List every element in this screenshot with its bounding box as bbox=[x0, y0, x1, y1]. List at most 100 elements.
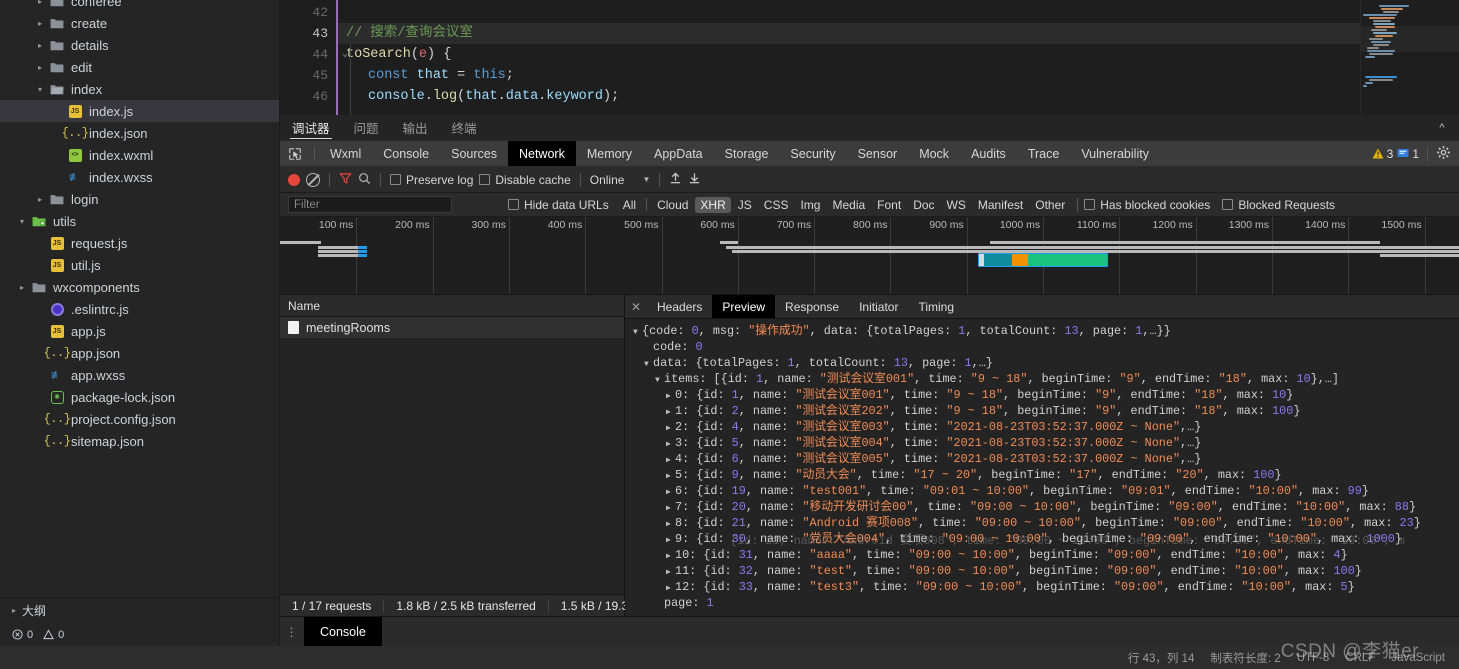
file-tree[interactable]: ▸ conferee ▸ create ▸ details ▸ edit ▾ index JS ind… bbox=[0, 0, 279, 597]
checkbox-box[interactable] bbox=[390, 174, 401, 185]
tree-item-utils[interactable]: ▾ utils bbox=[0, 210, 279, 232]
code-line-44[interactable]: toSearch(e) { bbox=[336, 44, 1459, 65]
detail-tab-response[interactable]: Response bbox=[775, 295, 849, 318]
chevron-icon[interactable]: ▾ bbox=[14, 217, 30, 226]
chevron-icon[interactable]: ▸ bbox=[32, 195, 48, 204]
outline-twist-icon[interactable]: ▸ bbox=[6, 606, 22, 615]
funnel-icon[interactable] bbox=[339, 172, 352, 188]
network-timeline-overview[interactable]: 100 ms 200 ms 300 ms 400 ms 500 ms 600 ms 700 … bbox=[280, 217, 1459, 295]
devtools-status-group[interactable]: 3 1 bbox=[1372, 141, 1459, 166]
tree-item-app-wxss[interactable]: ≢ app.wxss bbox=[0, 364, 279, 386]
code-line-43[interactable]: // 搜索/查询会议室 bbox=[336, 23, 1459, 44]
filter-type-xhr[interactable]: XHR bbox=[695, 196, 731, 213]
panel-tab-output[interactable]: 输出 bbox=[391, 115, 440, 140]
devtools-tab-security[interactable]: Security bbox=[779, 141, 846, 166]
checkbox-box[interactable] bbox=[479, 174, 491, 185]
preview-row[interactable]: page: 1 bbox=[629, 595, 1459, 611]
outline-section[interactable]: ▸ 大纲 bbox=[0, 597, 279, 623]
devtools-tab-console[interactable]: Console bbox=[372, 141, 440, 166]
chevron-icon[interactable]: ▸ bbox=[32, 0, 48, 6]
clear-icon[interactable] bbox=[306, 172, 320, 187]
throttling-select[interactable]: Online ▼ bbox=[590, 173, 651, 187]
line-number-45[interactable]: 45 bbox=[280, 65, 336, 86]
tree-item-app-js[interactable]: JS app.js bbox=[0, 320, 279, 342]
network-toolbar[interactable]: Preserve log Disable cache Online ▼ bbox=[280, 167, 1459, 193]
chevron-icon[interactable]: ▸ bbox=[32, 63, 48, 72]
preview-json-tree[interactable]: ▼ {code: 0, msg: "操作成功", data: {totalPage… bbox=[625, 319, 1459, 616]
preview-row[interactable]: ▶ 4: {id: 6, name: "测试会议室005", time: "202… bbox=[629, 451, 1459, 467]
disable-cache-checkbox[interactable]: Disable cache bbox=[479, 173, 571, 187]
checkbox-box[interactable] bbox=[1084, 199, 1096, 210]
gear-icon[interactable] bbox=[1436, 145, 1451, 163]
detail-tab-preview[interactable]: Preview bbox=[712, 295, 776, 318]
panel-tab-terminal[interactable]: 终端 bbox=[440, 115, 489, 140]
tree-item-index-wxml[interactable]: index.wxml bbox=[0, 144, 279, 166]
tree-item-conferee[interactable]: ▸ conferee bbox=[0, 0, 279, 12]
search-icon[interactable] bbox=[358, 172, 371, 188]
request-column-header[interactable]: Name bbox=[280, 295, 624, 317]
chevron-icon[interactable]: ▸ bbox=[32, 19, 48, 28]
encoding[interactable]: UTF-8 bbox=[1297, 652, 1330, 664]
code-line-45[interactable]: const that = this; bbox=[336, 65, 1459, 86]
devtools-tab-sources[interactable]: Sources bbox=[440, 141, 508, 166]
checkbox-box[interactable] bbox=[1222, 199, 1234, 210]
chevron-down-icon[interactable]: ▼ bbox=[642, 175, 650, 184]
devtools-tab-sensor[interactable]: Sensor bbox=[847, 141, 909, 166]
tree-item-request-js[interactable]: JS request.js bbox=[0, 232, 279, 254]
preview-row[interactable]: ▶ 2: {id: 4, name: "测试会议室003", time: "202… bbox=[629, 419, 1459, 435]
inspect-element-icon[interactable] bbox=[280, 141, 310, 166]
has-blocked-cookies-checkbox[interactable]: Has blocked cookies bbox=[1084, 198, 1210, 212]
filter-type-cloud[interactable]: Cloud bbox=[652, 197, 693, 213]
tree-item-index-json[interactable]: {..} index.json bbox=[0, 122, 279, 144]
line-number-42[interactable]: 42 bbox=[280, 2, 336, 23]
devtools-tab-mock[interactable]: Mock bbox=[908, 141, 960, 166]
devtools-tab-memory[interactable]: Memory bbox=[576, 141, 643, 166]
code-line-42[interactable] bbox=[336, 2, 1459, 23]
download-icon[interactable] bbox=[688, 171, 701, 188]
filter-input[interactable]: Filter bbox=[288, 196, 452, 213]
tree-item-app-json[interactable]: {..} app.json bbox=[0, 342, 279, 364]
code-editor[interactable]: 42 43 44 ⌄ 45 46 // 搜索/查询会议室 toSearch(e) {cons… bbox=[280, 0, 1459, 115]
tab-size[interactable]: 制表符长度: 2 bbox=[1210, 650, 1280, 666]
preview-row[interactable]: ▼ {code: 0, msg: "操作成功", data: {totalPage… bbox=[629, 323, 1459, 339]
filter-type-css[interactable]: CSS bbox=[759, 197, 794, 213]
drawer-tab-console[interactable]: Console bbox=[304, 617, 382, 646]
filter-type-manifest[interactable]: Manifest bbox=[973, 197, 1028, 213]
chevron-up-icon[interactable]: ^ bbox=[1425, 115, 1459, 140]
detail-tabbar[interactable]: ✕ Headers Preview Response Initiator Timing bbox=[625, 295, 1459, 319]
record-dot-icon[interactable] bbox=[288, 173, 300, 186]
code-line-46[interactable]: console.log(that.data.keyword); bbox=[336, 86, 1459, 107]
detail-tab-timing[interactable]: Timing bbox=[908, 295, 964, 318]
preview-row[interactable]: ▶ 1: {id: 2, name: "测试会议室202", time: "9 ~… bbox=[629, 403, 1459, 419]
line-ending[interactable]: CRLF bbox=[1345, 652, 1375, 664]
error-count-group[interactable]: 0 bbox=[12, 629, 33, 641]
detail-tab-headers[interactable]: Headers bbox=[647, 295, 712, 318]
filter-type-media[interactable]: Media bbox=[827, 197, 870, 213]
filter-type-ws[interactable]: WS bbox=[942, 197, 971, 213]
waterfall-selected-request[interactable] bbox=[978, 253, 1108, 267]
upload-icon[interactable] bbox=[669, 171, 682, 188]
devtools-tabbar[interactable]: Wxml Console Sources Network Memory AppData St… bbox=[280, 140, 1459, 167]
preview-row[interactable]: ▶ 7: {id: 20, name: "移动开发研讨会00", time: "0… bbox=[629, 499, 1459, 515]
tree-item-index-js[interactable]: JS index.js bbox=[0, 100, 279, 122]
filter-type-doc[interactable]: Doc bbox=[908, 197, 939, 213]
devtools-tab-wxml[interactable]: Wxml bbox=[319, 141, 372, 166]
tree-item-create[interactable]: ▸ create bbox=[0, 12, 279, 34]
line-number-gutter[interactable]: 42 43 44 ⌄ 45 46 bbox=[280, 0, 348, 115]
preserve-log-checkbox[interactable]: Preserve log bbox=[390, 173, 473, 187]
line-number-46[interactable]: 46 bbox=[280, 86, 336, 107]
devtools-tab-storage[interactable]: Storage bbox=[714, 141, 780, 166]
cursor-position[interactable]: 行 43，列 14 bbox=[1128, 650, 1194, 666]
devtools-tab-network[interactable]: Network bbox=[507, 141, 576, 166]
tree-item-index[interactable]: ▾ index bbox=[0, 78, 279, 100]
panel-tab-problems[interactable]: 问题 bbox=[342, 115, 391, 140]
tree-item-index-wxss[interactable]: ≢ index.wxss bbox=[0, 166, 279, 188]
devtools-tab-audits[interactable]: Audits bbox=[960, 141, 1017, 166]
devtools-panel-tabs[interactable]: 调试器 问题 输出 终端 ^ bbox=[280, 115, 1459, 140]
filter-type-img[interactable]: Img bbox=[795, 197, 825, 213]
checkbox-box[interactable] bbox=[508, 199, 519, 210]
chevron-icon[interactable]: ▸ bbox=[32, 41, 48, 50]
devtools-tab-vulnerability[interactable]: Vulnerability bbox=[1070, 141, 1160, 166]
more-vertical-icon[interactable]: ⋮ bbox=[280, 617, 304, 646]
chevron-icon[interactable]: ▾ bbox=[32, 85, 48, 94]
